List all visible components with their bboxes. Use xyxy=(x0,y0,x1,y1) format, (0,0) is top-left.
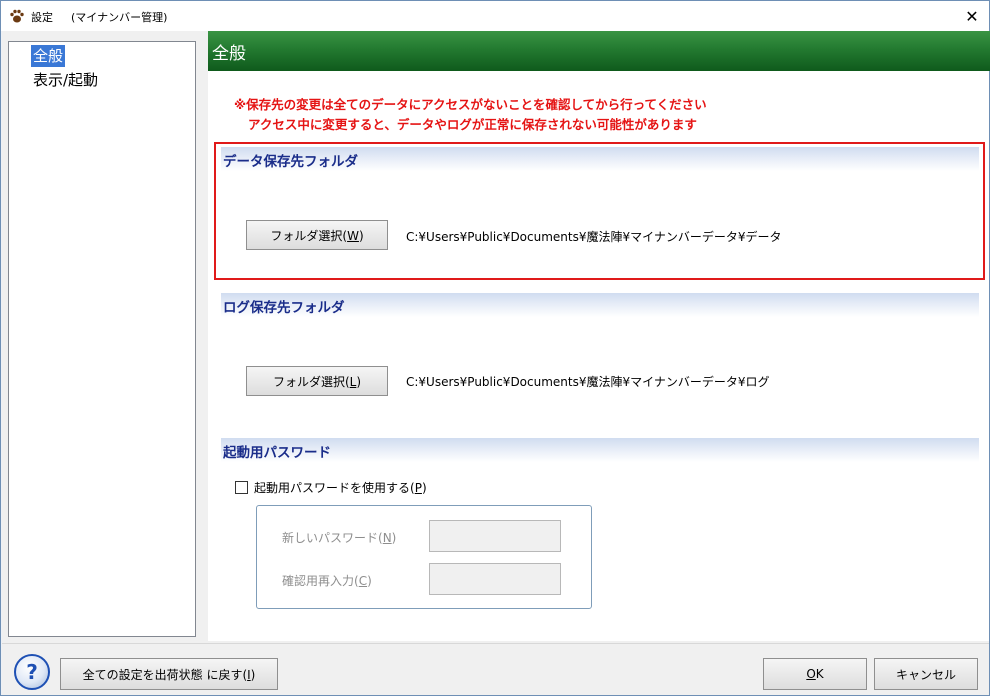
button-label: フォルダ選択(W) xyxy=(270,228,364,243)
button-label: フォルダ選択(L) xyxy=(272,374,362,389)
client-area: 全般 表示/起動 全般 ※保存先の変更は全てのデータにアクセスがないことを確認し… xyxy=(2,31,990,695)
footer-bar: ? 全ての設定を出荷状態 に戻す(I) OK キャンセル xyxy=(2,643,989,695)
settings-tree[interactable]: 全般 表示/起動 xyxy=(8,41,196,637)
password-heading-text: 起動用パスワード xyxy=(223,445,331,461)
panel-header: 全般 xyxy=(208,31,990,71)
cancel-button[interactable]: キャンセル xyxy=(874,658,978,690)
log-folder-heading-text: ログ保存先フォルダ xyxy=(223,300,345,316)
data-folder-heading-text: データ保存先フォルダ xyxy=(223,154,358,170)
close-button[interactable]: ✕ xyxy=(955,1,989,31)
log-folder-heading: ログ保存先フォルダ xyxy=(221,293,979,317)
password-group: 新しいパスワード(N) 確認用再入力(C) xyxy=(256,505,592,609)
use-password-checkbox[interactable] xyxy=(235,481,248,494)
settings-panel: 全般 ※保存先の変更は全てのデータにアクセスがないことを確認してから行ってくださ… xyxy=(208,31,990,641)
window-title-main: 設定 xyxy=(31,11,53,24)
warning-notice: ※保存先の変更は全てのデータにアクセスがないことを確認してから行ってください ア… xyxy=(234,95,707,135)
tree-item-label: 全般 xyxy=(31,45,66,67)
log-folder-select-button[interactable]: フォルダ選択(L) xyxy=(246,366,388,396)
use-password-label: 起動用パスワードを使用する(P) xyxy=(254,481,427,495)
confirm-password-label: 確認用再入力(C) xyxy=(282,574,372,588)
warning-line-2: アクセス中に変更すると、データやログが正常に保存されない可能性があります xyxy=(248,117,697,132)
data-folder-select-button[interactable]: フォルダ選択(W) xyxy=(246,220,388,250)
new-password-input[interactable] xyxy=(429,520,561,552)
help-button[interactable]: ? xyxy=(14,654,50,690)
button-label: 全ての設定を出荷状態 に戻す(I) xyxy=(82,667,256,682)
title-bar[interactable]: 設定 (マイナンバー管理) ✕ xyxy=(1,1,989,31)
reset-settings-button[interactable]: 全ての設定を出荷状態 に戻す(I) xyxy=(60,658,278,690)
close-icon: ✕ xyxy=(965,6,979,26)
tree-item-display-startup[interactable]: 表示/起動 xyxy=(31,68,195,92)
data-folder-path: C:¥Users¥Public¥Documents¥魔法陣¥マイナンバーデータ¥… xyxy=(406,230,782,244)
tree-item-general[interactable]: 全般 xyxy=(31,44,195,68)
tree-item-label: 表示/起動 xyxy=(33,71,99,89)
use-password-option[interactable]: 起動用パスワードを使用する(P) xyxy=(235,479,427,496)
paw-icon xyxy=(10,9,24,23)
log-folder-path: C:¥Users¥Public¥Documents¥魔法陣¥マイナンバーデータ¥… xyxy=(406,375,770,389)
confirm-password-input[interactable] xyxy=(429,563,561,595)
data-folder-heading: データ保存先フォルダ xyxy=(221,147,979,171)
panel-title: 全般 xyxy=(212,44,246,64)
window-title-sub: (マイナンバー管理) xyxy=(71,11,168,24)
password-heading: 起動用パスワード xyxy=(221,438,979,462)
window-title: 設定 (マイナンバー管理) xyxy=(31,9,167,25)
warning-line-1: ※保存先の変更は全てのデータにアクセスがないことを確認してから行ってください xyxy=(234,97,707,112)
button-label: OK xyxy=(806,667,824,681)
help-icon: ? xyxy=(26,660,38,684)
ok-button[interactable]: OK xyxy=(763,658,867,690)
button-label: キャンセル xyxy=(895,667,956,682)
new-password-label: 新しいパスワード(N) xyxy=(282,531,397,545)
settings-window: 設定 (マイナンバー管理) ✕ 全般 表示/起動 全般 ※保存先の変更は全てのデー… xyxy=(0,0,990,696)
